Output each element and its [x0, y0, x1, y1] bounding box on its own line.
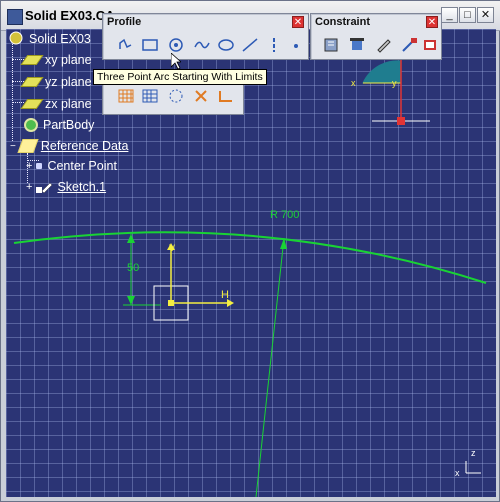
compass-y-label: y [392, 78, 397, 88]
app-icon [7, 9, 23, 25]
minimize-button[interactable]: _ [441, 7, 458, 23]
constraint-toolbar: Constraint ✕ [310, 13, 442, 60]
maximize-button[interactable]: □ [459, 7, 476, 23]
auto-constraint-button[interactable] [373, 35, 395, 55]
constraint-toolbar-close-button[interactable]: ✕ [426, 16, 438, 28]
sketch-geometry [13, 57, 487, 497]
compass-x-label: x [351, 78, 356, 88]
three-point-arc-button[interactable] [165, 35, 187, 55]
point-tool-button[interactable] [285, 35, 307, 55]
spline-tool-button[interactable] [191, 35, 213, 55]
constraint-button[interactable] [347, 35, 369, 55]
height-dimension[interactable]: 50 [127, 262, 139, 274]
dimensional-constraints-button[interactable] [215, 86, 237, 106]
close-button[interactable]: ✕ [477, 7, 494, 23]
geometric-constraints-button[interactable] [191, 86, 213, 106]
edit-multi-constraint-button[interactable] [419, 35, 441, 55]
axis-tool-button[interactable] [263, 35, 285, 55]
compass-bottom-x-label: x [455, 468, 460, 478]
rectangle-tool-button[interactable] [139, 35, 161, 55]
profile-toolbar-title: Profile [107, 16, 142, 28]
constraint-toolbar-title: Constraint [315, 16, 370, 28]
ellipse-tool-button[interactable] [215, 35, 237, 55]
compass-bottom-z-label: z [471, 448, 476, 458]
profile-toolbar-close-button[interactable]: ✕ [292, 16, 304, 28]
v-axis-label: V [169, 243, 176, 253]
construction-element-button[interactable] [165, 86, 187, 106]
arc[interactable] [13, 231, 487, 284]
mouse-cursor-icon [171, 53, 181, 69]
constraint-dialog-button[interactable] [321, 35, 343, 55]
radius-dimension[interactable]: R 700 [270, 209, 299, 221]
profile-toolbar: Profile ✕ [102, 13, 309, 60]
animate-constraint-button[interactable] [399, 35, 421, 55]
tooltip: Three Point Arc Starting With Limits [93, 69, 267, 85]
snap-to-point-button[interactable] [139, 86, 161, 106]
app-window: Solid EX03.CA _ □ ✕ Solid EX03 xy plane … [0, 0, 500, 502]
line-tool-button[interactable] [239, 35, 261, 55]
profile-tool-button[interactable] [115, 35, 137, 55]
h-axis-label: H [221, 289, 229, 301]
sketch-canvas[interactable]: Solid EX03 xy plane yz plane zx plane Pa… [6, 29, 496, 497]
grid-toggle-button[interactable] [115, 86, 137, 106]
